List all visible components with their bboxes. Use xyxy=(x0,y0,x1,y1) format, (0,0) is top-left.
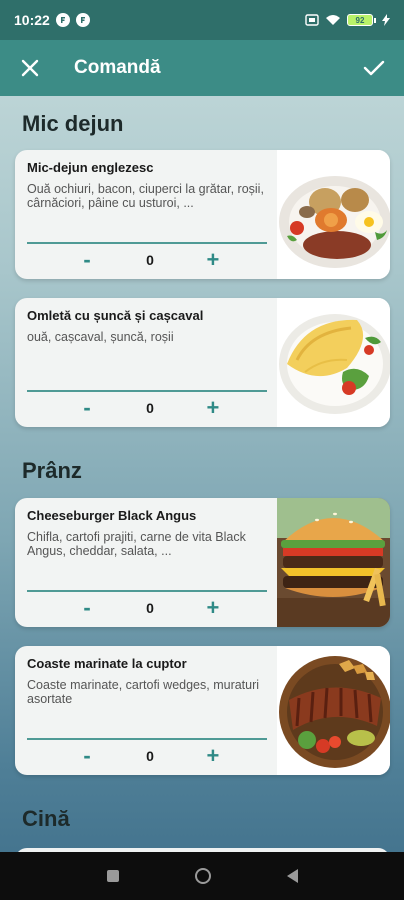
menu-item-description: Chifla, cartofi prajiti, carne de vita B… xyxy=(27,530,246,558)
ribs-photo xyxy=(277,646,390,775)
increase-button[interactable]: + xyxy=(201,247,225,273)
battery-icon: 92 xyxy=(347,14,376,26)
confirm-button[interactable] xyxy=(362,56,386,80)
section-title-dinner: Cină xyxy=(22,806,70,831)
status-bar: 10:22 92 xyxy=(0,0,404,40)
menu-item-description: Ouă ochiuri, bacon, ciuperci la grătar, … xyxy=(27,182,264,210)
divider xyxy=(27,390,267,392)
decrease-button[interactable]: - xyxy=(75,595,99,621)
menu-item-card: Omletă cu șuncă și cașcaval ouă, cașcava… xyxy=(15,298,390,427)
menu-item-card: Cheeseburger Black Angus Chifla, cartofi… xyxy=(15,498,390,627)
menu-item-card: Coaste marinate la cuptor Coaste marinat… xyxy=(15,646,390,775)
quantity-value: 0 xyxy=(146,400,154,416)
divider xyxy=(27,738,267,740)
notification-icon xyxy=(55,13,70,27)
page-title: Comandă xyxy=(74,57,161,78)
menu-item-name: Cheeseburger Black Angus xyxy=(27,508,197,523)
status-time: 10:22 xyxy=(14,12,50,28)
home-icon[interactable] xyxy=(194,868,211,884)
menu-item-description: Coaste marinate, cartofi wedges, muratur… xyxy=(27,678,260,706)
omelette-photo xyxy=(277,298,390,427)
check-icon xyxy=(363,60,385,76)
charging-icon xyxy=(382,14,390,26)
quantity-value: 0 xyxy=(146,252,154,268)
close-icon xyxy=(21,59,39,77)
english-breakfast-photo xyxy=(277,150,390,279)
divider xyxy=(27,242,267,244)
decrease-button[interactable]: - xyxy=(75,395,99,421)
notification-icon-2 xyxy=(75,13,90,27)
increase-button[interactable]: + xyxy=(201,743,225,769)
menu-item-name: Omletă cu șuncă și cașcaval xyxy=(27,308,204,323)
quantity-stepper: - 0 + xyxy=(27,246,267,274)
system-nav-bar xyxy=(0,852,404,900)
back-icon[interactable] xyxy=(286,869,298,883)
section-title-lunch: Prânz xyxy=(22,458,82,483)
quantity-stepper: - 0 + xyxy=(27,742,267,770)
battery-level: 92 xyxy=(347,14,373,26)
close-button[interactable] xyxy=(18,56,42,80)
decrease-button[interactable]: - xyxy=(75,743,99,769)
menu-item-name: Mic-dejun englezesc xyxy=(27,160,154,175)
increase-button[interactable]: + xyxy=(201,595,225,621)
quantity-stepper: - 0 + xyxy=(27,594,267,622)
quantity-value: 0 xyxy=(146,600,154,616)
decrease-button[interactable]: - xyxy=(75,247,99,273)
divider xyxy=(27,590,267,592)
increase-button[interactable]: + xyxy=(201,395,225,421)
menu-item-description: ouă, cașcaval, șuncă, roșii xyxy=(27,330,174,344)
recents-icon[interactable] xyxy=(106,870,119,882)
quantity-value: 0 xyxy=(146,748,154,764)
quantity-stepper: - 0 + xyxy=(27,394,267,422)
wifi-icon xyxy=(326,15,340,25)
section-title-breakfast: Mic dejun xyxy=(22,111,124,136)
app-bar: Comandă xyxy=(0,40,404,96)
cheeseburger-photo xyxy=(277,498,390,627)
sim-icon xyxy=(305,14,319,26)
menu-item-name: Coaste marinate la cuptor xyxy=(27,656,187,671)
menu-item-card: Mic-dejun englezesc Ouă ochiuri, bacon, … xyxy=(15,150,390,279)
